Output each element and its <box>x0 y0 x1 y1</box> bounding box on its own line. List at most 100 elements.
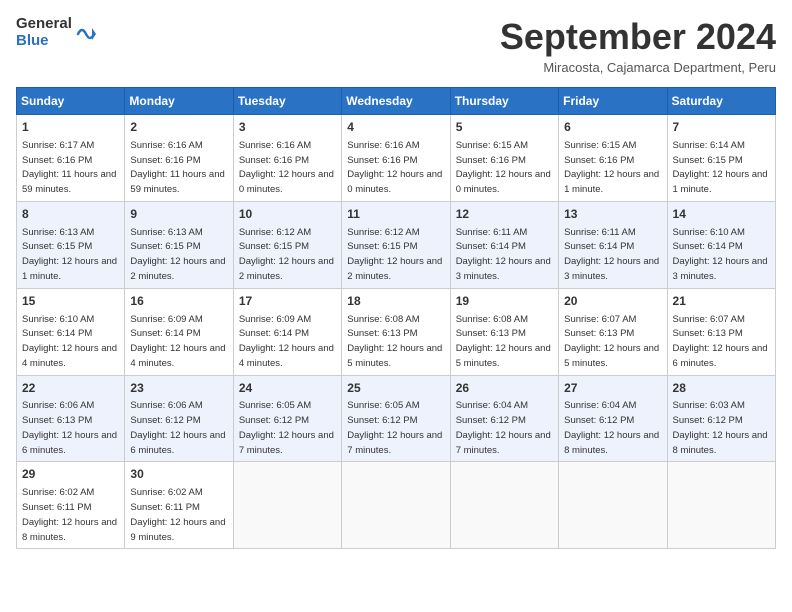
calendar-week-row: 29 Sunrise: 6:02 AMSunset: 6:11 PMDaylig… <box>17 462 776 549</box>
calendar-day-cell: 6 Sunrise: 6:15 AMSunset: 6:16 PMDayligh… <box>559 115 667 202</box>
calendar-day-cell <box>450 462 558 549</box>
day-number: 15 <box>22 293 119 310</box>
day-number: 10 <box>239 206 336 223</box>
day-number: 26 <box>456 380 553 397</box>
day-number: 4 <box>347 119 444 136</box>
calendar-day-cell: 1 Sunrise: 6:17 AMSunset: 6:16 PMDayligh… <box>17 115 125 202</box>
day-info: Sunrise: 6:16 AMSunset: 6:16 PMDaylight:… <box>239 140 334 195</box>
location-subtitle: Miracosta, Cajamarca Department, Peru <box>500 60 776 75</box>
day-info: Sunrise: 6:05 AMSunset: 6:12 PMDaylight:… <box>239 400 334 455</box>
calendar-day-cell: 10 Sunrise: 6:12 AMSunset: 6:15 PMDaylig… <box>233 201 341 288</box>
day-info: Sunrise: 6:06 AMSunset: 6:12 PMDaylight:… <box>130 400 225 455</box>
calendar-day-cell: 11 Sunrise: 6:12 AMSunset: 6:15 PMDaylig… <box>342 201 450 288</box>
calendar-day-cell: 7 Sunrise: 6:14 AMSunset: 6:15 PMDayligh… <box>667 115 775 202</box>
calendar-day-cell: 8 Sunrise: 6:13 AMSunset: 6:15 PMDayligh… <box>17 201 125 288</box>
day-number: 11 <box>347 206 444 223</box>
page-header: General Blue September 2024 Miracosta, C… <box>16 16 776 75</box>
weekday-header-sunday: Sunday <box>17 88 125 115</box>
day-info: Sunrise: 6:07 AMSunset: 6:13 PMDaylight:… <box>564 314 659 369</box>
calendar-week-row: 1 Sunrise: 6:17 AMSunset: 6:16 PMDayligh… <box>17 115 776 202</box>
calendar-day-cell: 24 Sunrise: 6:05 AMSunset: 6:12 PMDaylig… <box>233 375 341 462</box>
weekday-header-wednesday: Wednesday <box>342 88 450 115</box>
day-info: Sunrise: 6:07 AMSunset: 6:13 PMDaylight:… <box>673 314 768 369</box>
day-number: 30 <box>130 466 227 483</box>
day-info: Sunrise: 6:02 AMSunset: 6:11 PMDaylight:… <box>130 487 225 542</box>
calendar-day-cell: 20 Sunrise: 6:07 AMSunset: 6:13 PMDaylig… <box>559 288 667 375</box>
weekday-header-saturday: Saturday <box>667 88 775 115</box>
day-info: Sunrise: 6:16 AMSunset: 6:16 PMDaylight:… <box>130 140 224 195</box>
day-number: 17 <box>239 293 336 310</box>
day-number: 16 <box>130 293 227 310</box>
calendar-day-cell: 17 Sunrise: 6:09 AMSunset: 6:14 PMDaylig… <box>233 288 341 375</box>
day-info: Sunrise: 6:16 AMSunset: 6:16 PMDaylight:… <box>347 140 442 195</box>
day-number: 13 <box>564 206 661 223</box>
calendar-day-cell: 30 Sunrise: 6:02 AMSunset: 6:11 PMDaylig… <box>125 462 233 549</box>
calendar-day-cell: 27 Sunrise: 6:04 AMSunset: 6:12 PMDaylig… <box>559 375 667 462</box>
day-number: 22 <box>22 380 119 397</box>
calendar-day-cell: 2 Sunrise: 6:16 AMSunset: 6:16 PMDayligh… <box>125 115 233 202</box>
day-info: Sunrise: 6:12 AMSunset: 6:15 PMDaylight:… <box>347 227 442 282</box>
title-block: September 2024 Miracosta, Cajamarca Depa… <box>500 16 776 75</box>
day-info: Sunrise: 6:11 AMSunset: 6:14 PMDaylight:… <box>456 227 551 282</box>
day-info: Sunrise: 6:09 AMSunset: 6:14 PMDaylight:… <box>130 314 225 369</box>
day-info: Sunrise: 6:15 AMSunset: 6:16 PMDaylight:… <box>456 140 551 195</box>
day-number: 12 <box>456 206 553 223</box>
day-number: 1 <box>22 119 119 136</box>
month-title: September 2024 <box>500 16 776 58</box>
day-number: 7 <box>673 119 770 136</box>
day-info: Sunrise: 6:08 AMSunset: 6:13 PMDaylight:… <box>456 314 551 369</box>
weekday-header-row: SundayMondayTuesdayWednesdayThursdayFrid… <box>17 88 776 115</box>
day-info: Sunrise: 6:09 AMSunset: 6:14 PMDaylight:… <box>239 314 334 369</box>
calendar-table: SundayMondayTuesdayWednesdayThursdayFrid… <box>16 87 776 549</box>
day-info: Sunrise: 6:15 AMSunset: 6:16 PMDaylight:… <box>564 140 659 195</box>
calendar-day-cell <box>342 462 450 549</box>
calendar-day-cell <box>233 462 341 549</box>
weekday-header-monday: Monday <box>125 88 233 115</box>
weekday-header-friday: Friday <box>559 88 667 115</box>
day-number: 25 <box>347 380 444 397</box>
day-number: 20 <box>564 293 661 310</box>
day-number: 2 <box>130 119 227 136</box>
calendar-day-cell: 28 Sunrise: 6:03 AMSunset: 6:12 PMDaylig… <box>667 375 775 462</box>
calendar-day-cell: 22 Sunrise: 6:06 AMSunset: 6:13 PMDaylig… <box>17 375 125 462</box>
day-number: 18 <box>347 293 444 310</box>
day-number: 8 <box>22 206 119 223</box>
day-number: 23 <box>130 380 227 397</box>
day-number: 29 <box>22 466 119 483</box>
day-number: 19 <box>456 293 553 310</box>
day-info: Sunrise: 6:06 AMSunset: 6:13 PMDaylight:… <box>22 400 117 455</box>
day-info: Sunrise: 6:04 AMSunset: 6:12 PMDaylight:… <box>564 400 659 455</box>
day-info: Sunrise: 6:13 AMSunset: 6:15 PMDaylight:… <box>130 227 225 282</box>
logo-blue: Blue <box>16 33 72 50</box>
calendar-day-cell: 16 Sunrise: 6:09 AMSunset: 6:14 PMDaylig… <box>125 288 233 375</box>
day-number: 24 <box>239 380 336 397</box>
calendar-day-cell: 19 Sunrise: 6:08 AMSunset: 6:13 PMDaylig… <box>450 288 558 375</box>
day-info: Sunrise: 6:08 AMSunset: 6:13 PMDaylight:… <box>347 314 442 369</box>
calendar-day-cell: 26 Sunrise: 6:04 AMSunset: 6:12 PMDaylig… <box>450 375 558 462</box>
day-number: 3 <box>239 119 336 136</box>
weekday-header-tuesday: Tuesday <box>233 88 341 115</box>
calendar-day-cell <box>667 462 775 549</box>
day-info: Sunrise: 6:14 AMSunset: 6:15 PMDaylight:… <box>673 140 768 195</box>
day-info: Sunrise: 6:04 AMSunset: 6:12 PMDaylight:… <box>456 400 551 455</box>
logo: General Blue <box>16 16 96 49</box>
day-info: Sunrise: 6:12 AMSunset: 6:15 PMDaylight:… <box>239 227 334 282</box>
calendar-day-cell: 23 Sunrise: 6:06 AMSunset: 6:12 PMDaylig… <box>125 375 233 462</box>
day-info: Sunrise: 6:10 AMSunset: 6:14 PMDaylight:… <box>22 314 117 369</box>
calendar-day-cell: 12 Sunrise: 6:11 AMSunset: 6:14 PMDaylig… <box>450 201 558 288</box>
day-number: 6 <box>564 119 661 136</box>
day-info: Sunrise: 6:11 AMSunset: 6:14 PMDaylight:… <box>564 227 659 282</box>
logo-general: General <box>16 16 72 33</box>
day-info: Sunrise: 6:13 AMSunset: 6:15 PMDaylight:… <box>22 227 117 282</box>
day-number: 21 <box>673 293 770 310</box>
day-info: Sunrise: 6:05 AMSunset: 6:12 PMDaylight:… <box>347 400 442 455</box>
weekday-header-thursday: Thursday <box>450 88 558 115</box>
day-info: Sunrise: 6:17 AMSunset: 6:16 PMDaylight:… <box>22 140 116 195</box>
day-info: Sunrise: 6:10 AMSunset: 6:14 PMDaylight:… <box>673 227 768 282</box>
calendar-day-cell <box>559 462 667 549</box>
calendar-day-cell: 14 Sunrise: 6:10 AMSunset: 6:14 PMDaylig… <box>667 201 775 288</box>
calendar-week-row: 22 Sunrise: 6:06 AMSunset: 6:13 PMDaylig… <box>17 375 776 462</box>
day-number: 27 <box>564 380 661 397</box>
day-info: Sunrise: 6:02 AMSunset: 6:11 PMDaylight:… <box>22 487 117 542</box>
calendar-day-cell: 9 Sunrise: 6:13 AMSunset: 6:15 PMDayligh… <box>125 201 233 288</box>
